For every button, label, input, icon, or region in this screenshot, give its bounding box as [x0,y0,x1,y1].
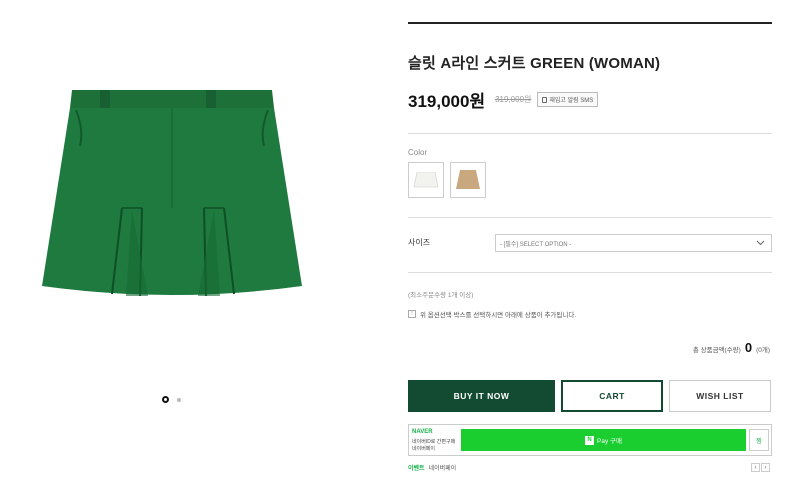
naver-pay-label: Pay 구매 [597,438,622,445]
chevron-down-icon [756,240,765,246]
divider [408,217,772,218]
gallery-dot-active[interactable] [162,396,169,403]
product-info-panel: 슬릿 A라인 스커트 GREEN (WOMAN) 319,000원 319,00… [408,0,772,499]
gallery-pagination [162,396,181,403]
option-notice: ! 위 옵션선택 박스를 선택하시면 아래에 상품이 추가됩니다. [408,309,576,319]
event-text: 네이버페이 [428,466,457,472]
total-count: (0개) [756,347,770,354]
option-notice-text: 위 옵션선택 박스를 선택하시면 아래에 상품이 추가됩니다. [420,312,577,319]
buy-now-button[interactable]: BUY IT NOW [408,380,555,412]
naver-pay-button[interactable]: N Pay 구매 [461,429,746,451]
info-icon: ! [408,310,416,318]
total-value: 0 [744,340,753,355]
chevron-left-icon[interactable]: ‹ [751,463,760,472]
event-tag: 이벤트 [408,466,425,472]
size-select[interactable]: - [필수] SELECT OPTION - [495,234,772,252]
naver-wish-button[interactable]: 찜 [749,429,769,451]
beige-skirt-thumbnail [456,170,480,189]
restock-sms-button[interactable]: 재입고 알림 SMS [537,92,599,107]
min-quantity-note: (최소주문수량 1개 이상) [408,292,474,299]
original-price: 319,000원 [495,95,532,104]
npay-logo-icon: N [585,435,595,445]
gallery-dot[interactable] [177,397,181,402]
top-divider [408,22,772,24]
phone-icon [542,96,548,103]
naver-text-line2: 네이버페이 [412,446,436,452]
total-price-row: 총 상품금액(수량) 0 (0개) [693,340,770,355]
color-swatch-white[interactable] [408,162,444,198]
product-image-area [0,0,350,499]
size-label: 사이즈 [408,238,431,247]
naver-brand: NAVER [412,429,433,435]
naver-text-line1: 네이버ID로 간편구매 [412,439,456,445]
naver-event-row: 이벤트 네이버페이 ‹ › [408,463,772,472]
product-image-skirt [42,90,302,297]
restock-sms-label: 재입고 알림 SMS [549,98,594,104]
price-row: 319,000원 319,000원 재입고 알림 SMS [408,87,599,112]
size-select-value: - [필수] SELECT OPTION - [500,241,572,248]
divider [408,133,772,134]
color-swatch-beige[interactable] [450,162,486,198]
product-title: 슬릿 A라인 스커트 GREEN (WOMAN) [408,55,661,72]
naver-pay-box: NAVER 네이버ID로 간편구매 네이버페이 N Pay 구매 찜 [408,424,772,456]
cart-button[interactable]: CART [561,380,663,412]
total-label: 총 상품금액(수량) [692,347,741,354]
sale-price: 319,000원 [408,92,486,111]
chevron-right-icon[interactable]: › [761,463,770,472]
event-arrows: ‹ › [751,463,770,472]
wish-list-button[interactable]: WISH LIST [669,380,771,412]
white-skirt-thumbnail [413,172,439,188]
color-label: Color [408,148,428,157]
divider [408,272,772,273]
